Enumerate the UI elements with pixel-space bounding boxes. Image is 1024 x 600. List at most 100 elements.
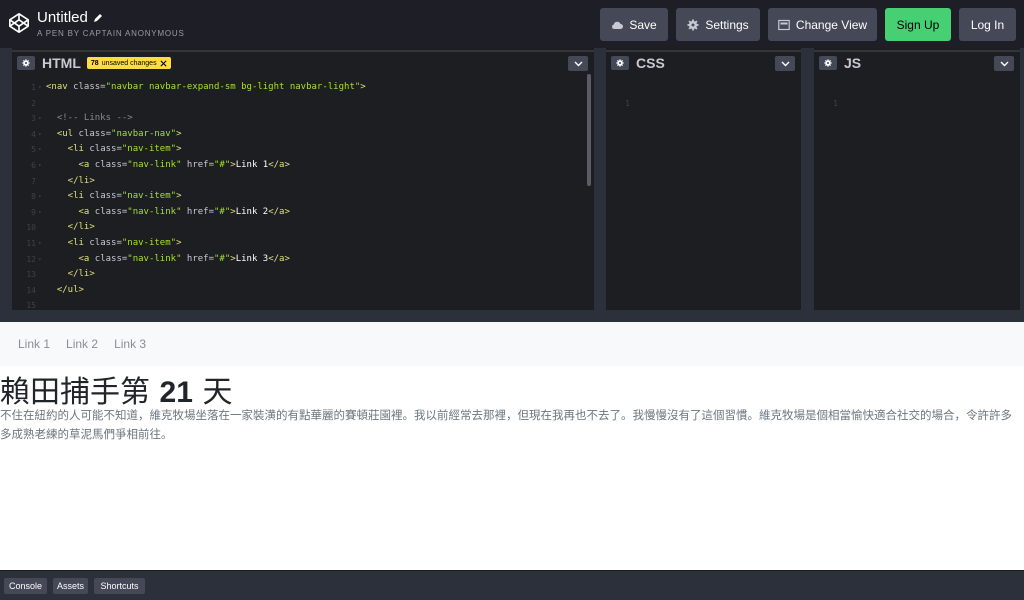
line-number: 15 [26,301,36,310]
code-token: "navbar navbar-expand-sm bg-light navbar… [105,82,361,92]
code-token: </li> [46,269,95,280]
nav-link-1[interactable]: Link 1 [10,337,58,351]
heading-text-post: 天 [192,375,233,410]
fold-toggle-icon[interactable]: ▾ [38,142,42,158]
code-line: 1 [814,80,1020,108]
js-editor-pane: JS 1 [814,48,1020,310]
css-collapse-button[interactable] [775,56,795,71]
change-view-button[interactable]: Change View [768,8,877,41]
css-editor-header: CSS [606,50,801,74]
js-collapse-button[interactable] [994,56,1014,71]
resize-handle-css-js[interactable] [801,48,814,310]
preview-frame: Link 1 Link 2 Link 3 賴田捕手第 21 天 不住在紐約的人可… [0,322,1024,570]
resize-handle-html-css[interactable] [594,48,606,310]
chevron-down-icon [1000,61,1008,66]
code-token: "#" [214,160,231,170]
code-token: <li [46,238,90,248]
code-token: class= [73,82,106,92]
save-button[interactable]: Save [600,8,668,41]
html-settings-button[interactable] [17,56,35,70]
fold-toggle-icon[interactable]: ▾ [38,80,42,96]
js-code-area[interactable]: 1 [814,76,1020,310]
pen-title-text[interactable]: Untitled [37,9,88,26]
line-number: 12 [26,254,36,264]
code-token: > [176,238,182,248]
code-token: href= [181,253,214,264]
code-text: </ul> [46,283,84,299]
code-line: 15 [12,298,594,310]
line-number: 9 [31,207,36,217]
pen-title[interactable]: Untitled [37,9,185,26]
assets-button[interactable]: Assets [53,578,88,594]
console-button[interactable]: Console [4,578,47,594]
close-icon[interactable] [160,59,167,67]
code-token: > [176,144,182,155]
editor-panels: HTML 78 unsaved changes 1 ▾ <nav class="na… [0,48,1024,312]
code-token: class= [94,206,128,217]
code-token: </li> [46,222,95,233]
unsaved-changes-badge[interactable]: 78 unsaved changes [86,57,171,69]
fold-toggle-icon[interactable]: ▾ [38,111,42,127]
code-text: </li> [46,220,95,236]
html-editor-pane: HTML 78 unsaved changes 1 ▾ <nav class="na… [12,48,594,310]
line-number: 1 [625,98,630,108]
html-code-area[interactable]: 1 ▾ <nav class="navbar navbar-expand-sm bg… [12,76,594,310]
code-token: href= [181,160,214,170]
code-token: </a> [268,206,290,217]
code-token: "nav-item" [121,191,177,202]
code-line: 8 ▾ <li class="nav-item"> [12,189,594,205]
code-text: <li class="nav-item"> [46,236,182,252]
code-token: href= [181,206,214,217]
line-number: 8 [31,192,36,202]
pencil-icon[interactable] [93,13,103,23]
settings-button[interactable]: Settings [676,8,760,41]
fold-toggle-icon[interactable]: ▾ [38,189,42,205]
code-text: <ul class="navbar-nav"> [46,127,182,143]
html-editor-header: HTML 78 unsaved changes [12,50,594,74]
line-number: 11 [26,239,36,248]
nav-link-3[interactable]: Link 3 [106,337,154,351]
unsaved-count: 78 [90,59,99,67]
nav-link-2[interactable]: Link 2 [58,337,106,351]
preview-paragraph: 不住在紐約的人可能不知道，維克牧場坐落在一家裝潢的有點華麗的賽頓莊園裡。我以前經… [0,408,1012,441]
fold-toggle-icon[interactable]: ▾ [38,236,42,252]
code-token: > [176,191,182,202]
code-line: 1 [606,80,801,108]
line-number: 6 [31,161,36,170]
code-token: class= [89,238,122,248]
settings-label: Settings [705,17,749,32]
code-token: </a> [268,253,290,264]
code-line: 5 ▾ <li class="nav-item"> [12,142,594,158]
css-code-area[interactable]: 1 [606,76,801,310]
log-in-button[interactable]: Log In [959,8,1016,41]
fold-toggle-icon[interactable]: ▾ [38,252,42,268]
css-settings-button[interactable] [611,56,629,70]
code-token: <li [46,144,90,155]
line-number: 1 [31,83,36,92]
gear-icon [616,59,624,67]
html-collapse-button[interactable] [568,56,588,71]
code-token: </ul> [46,284,84,295]
line-number: 10 [26,223,36,233]
fold-toggle-icon[interactable]: ▾ [38,158,42,174]
code-token: Link 1 [235,160,269,170]
code-token: > [360,82,366,92]
js-settings-button[interactable] [819,56,837,70]
fold-toggle-icon[interactable]: ▾ [38,127,42,143]
codepen-logo-icon[interactable] [8,12,30,34]
code-line: 12 ▾ <a class="nav-link" href="#">Link 3<… [12,252,594,268]
code-line: 2 [12,96,594,112]
code-line: 11 ▾ <li class="nav-item"> [12,236,594,252]
code-token: <ul [46,128,79,139]
code-text: <li class="nav-item"> [46,142,182,158]
html-scrollbar[interactable] [587,74,591,186]
line-number: 14 [26,285,36,295]
sign-up-button[interactable]: Sign Up [885,8,951,41]
shortcuts-button[interactable]: Shortcuts [94,578,145,594]
code-line: 4 ▾ <ul class="navbar-nav"> [12,127,594,143]
code-text: </li> [46,267,95,283]
preview-resize-bar[interactable] [0,312,1024,322]
code-token: "#" [214,206,231,217]
code-line: 14 </ul> [12,283,594,299]
fold-toggle-icon[interactable]: ▾ [38,205,42,221]
